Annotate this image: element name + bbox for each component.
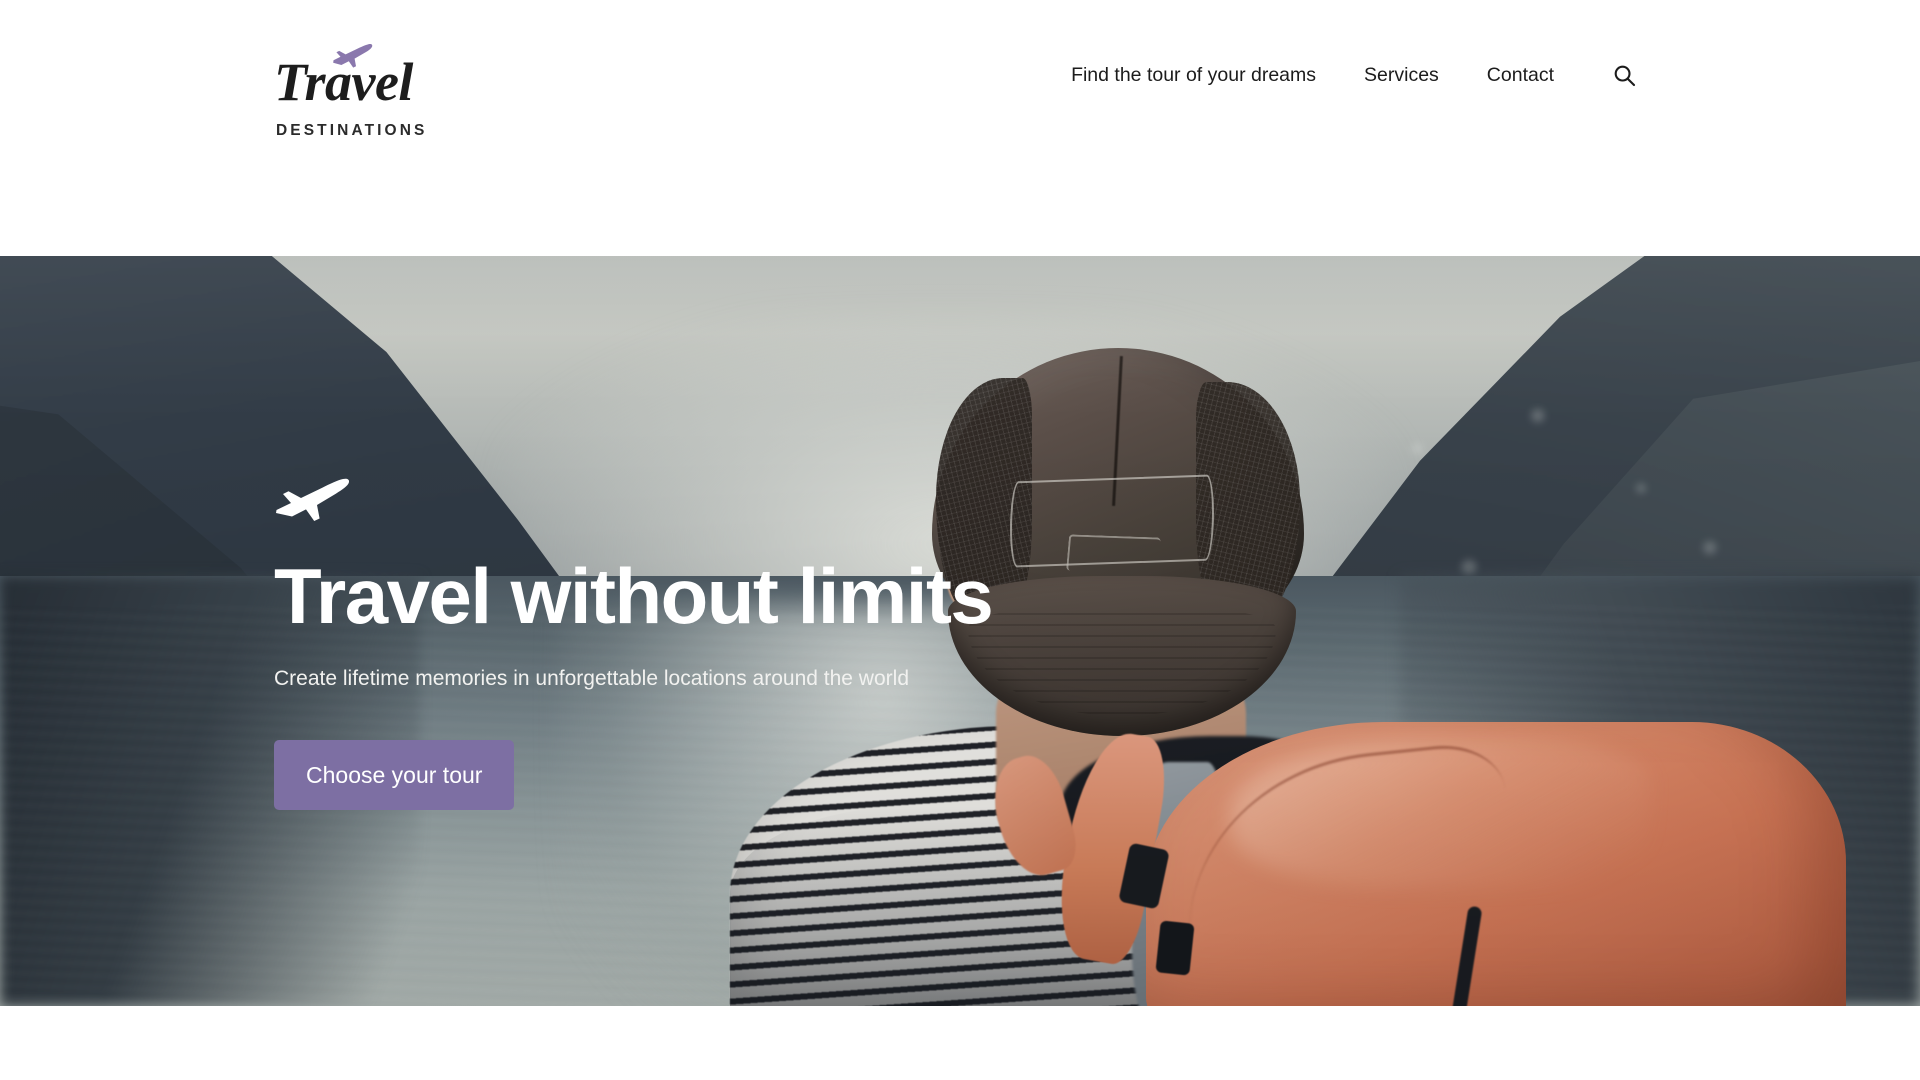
nav-item-services: Services xyxy=(1340,52,1463,98)
hero-title: Travel without limits xyxy=(274,552,994,640)
nav-link-contact[interactable]: Contact xyxy=(1463,52,1578,98)
nav-item-contact: Contact xyxy=(1463,52,1578,98)
logo-tagline: DESTINATIONS xyxy=(276,122,428,139)
hero-content: Travel without limits Create lifetime me… xyxy=(274,470,1074,810)
airplane-takeoff-icon xyxy=(276,478,350,521)
page-root: Travel DESTINATIONS Find the tour of you… xyxy=(0,0,1920,1080)
hero-section: Travel without limits Create lifetime me… xyxy=(0,256,1920,1006)
site-logo[interactable]: Travel DESTINATIONS xyxy=(274,38,444,139)
site-header: Travel DESTINATIONS Find the tour of you… xyxy=(0,0,1920,256)
nav-link-find-tour[interactable]: Find the tour of your dreams xyxy=(1047,52,1340,98)
nav-link-services[interactable]: Services xyxy=(1340,52,1463,98)
main-navigation: Find the tour of your dreams Services Co… xyxy=(1047,0,1920,150)
choose-your-tour-button[interactable]: Choose your tour xyxy=(274,740,515,810)
search-button[interactable] xyxy=(1602,53,1646,97)
nav-list: Find the tour of your dreams Services Co… xyxy=(1047,52,1578,98)
search-icon xyxy=(1614,65,1635,86)
hero-subtitle: Create lifetime memories in unforgettabl… xyxy=(274,667,909,690)
logo-wordmark: Travel xyxy=(274,52,413,112)
header-inner: Travel DESTINATIONS Find the tour of you… xyxy=(0,0,1920,150)
backpack-buckle-lower xyxy=(1155,920,1195,976)
nav-item-find-tour: Find the tour of your dreams xyxy=(1047,52,1340,98)
below-fold-section xyxy=(0,1006,1920,1080)
